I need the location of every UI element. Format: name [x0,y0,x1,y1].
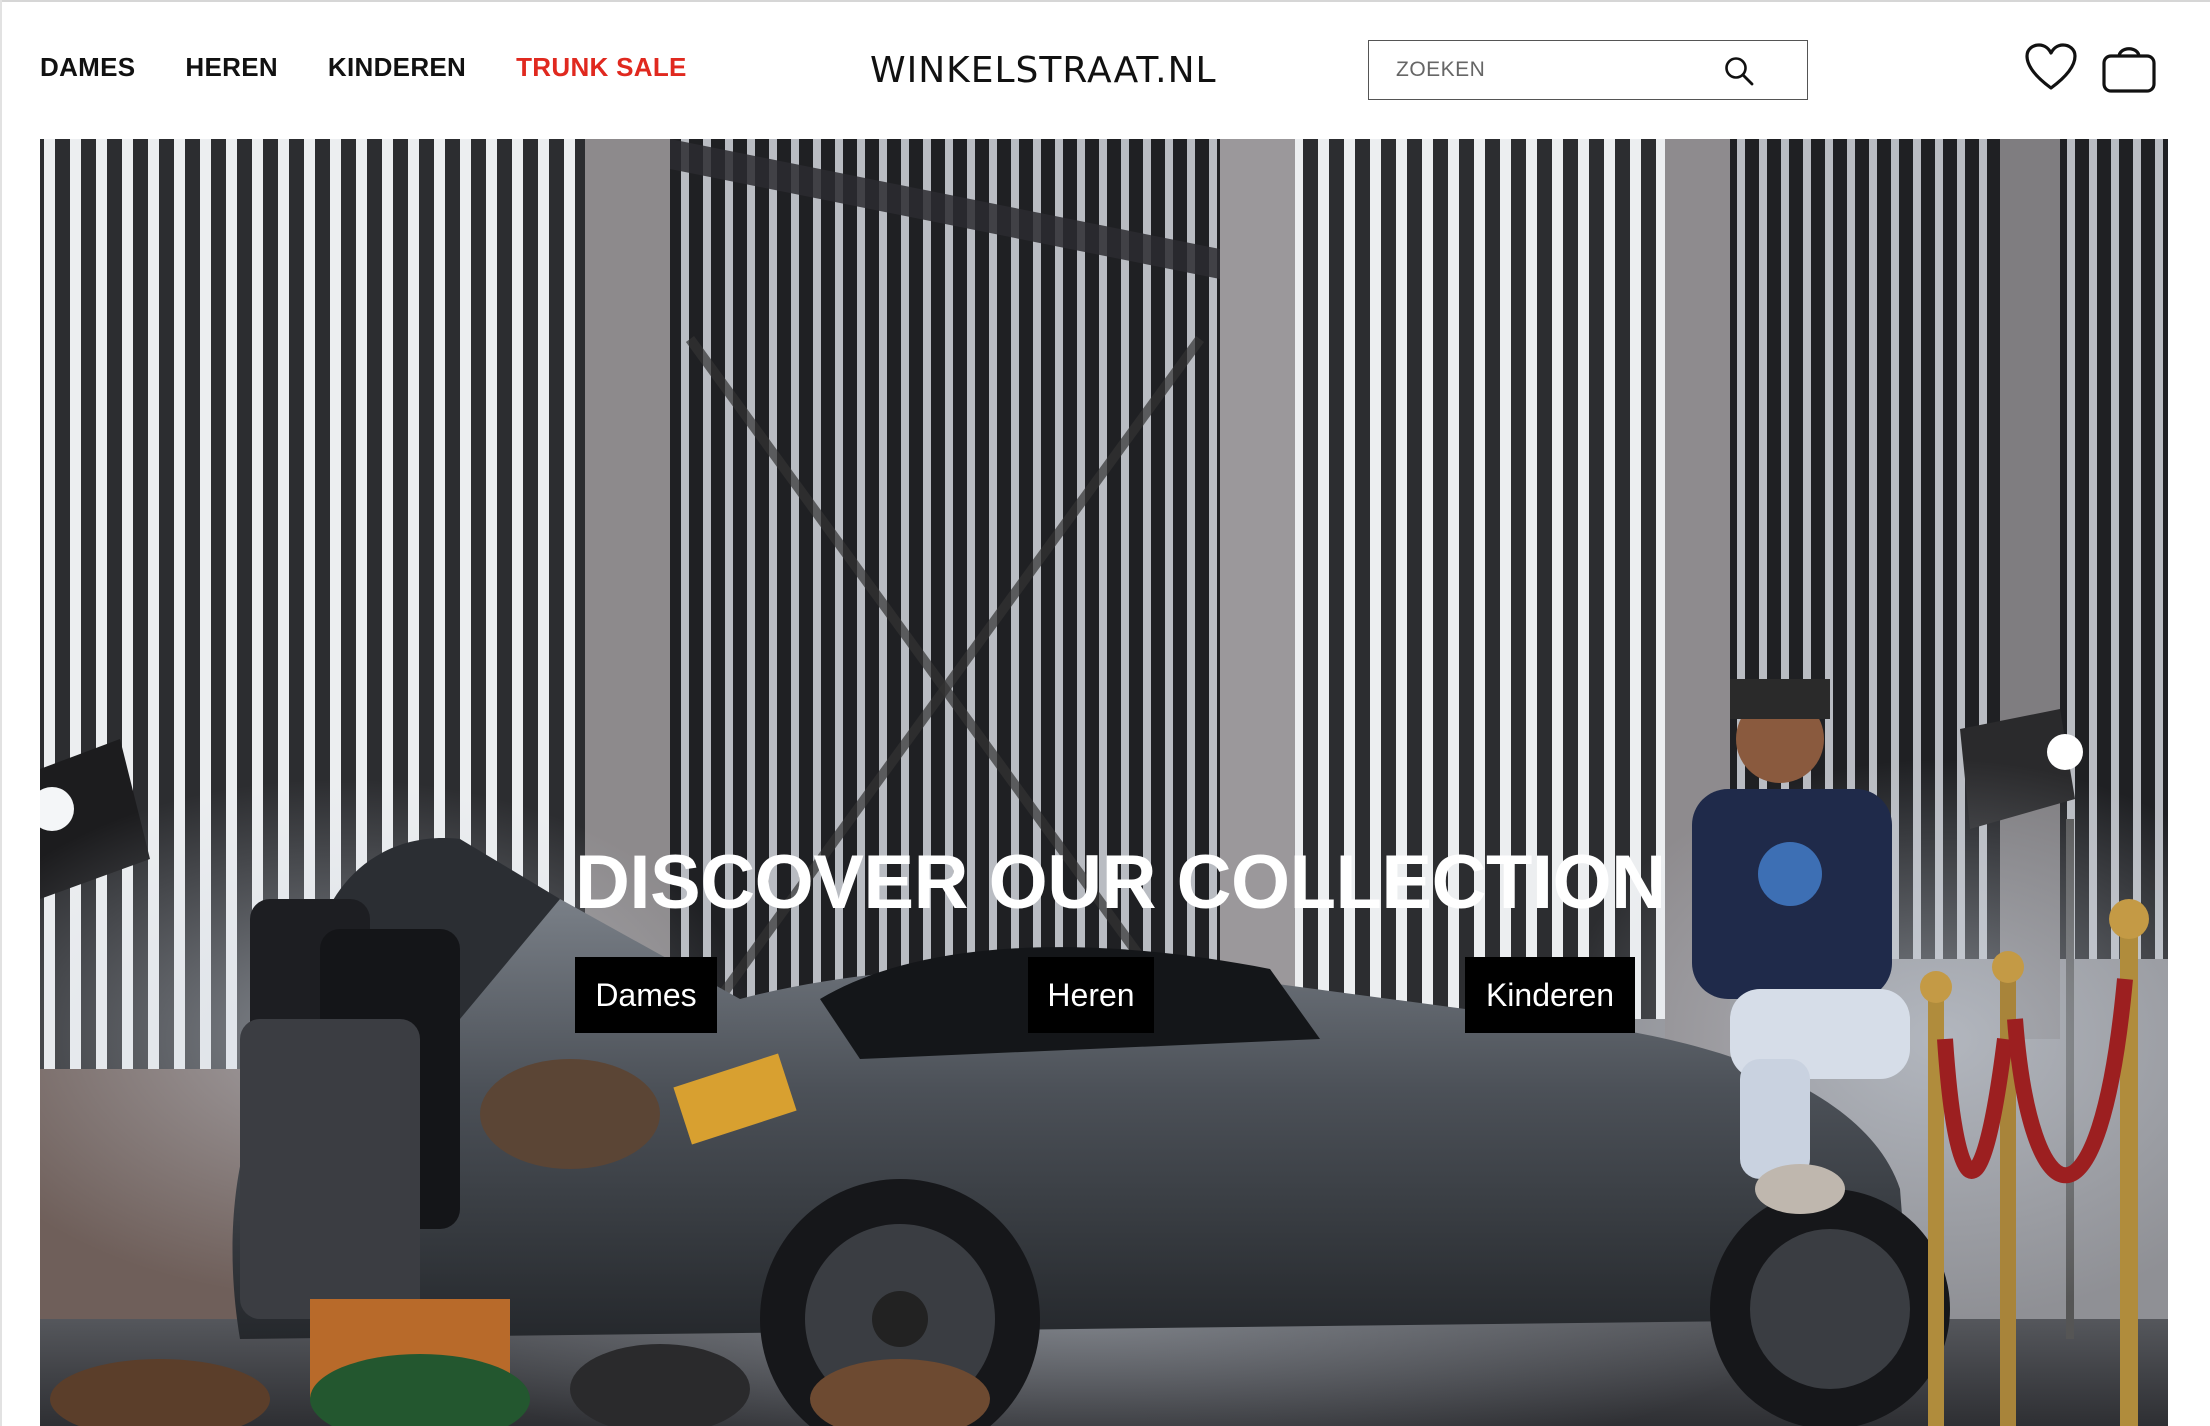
search-box [1368,40,1808,100]
shopping-bag-icon[interactable] [2100,40,2158,94]
nav-trunk-sale[interactable]: TRUNK SALE [516,52,687,83]
nav-kinderen[interactable]: KINDEREN [328,52,466,83]
site-header: DAMES HEREN KINDEREN TRUNK SALE WINKELST… [0,0,2210,139]
hero-title: DISCOVER OUR COLLECTION [575,840,1666,925]
hero-button-dames[interactable]: Dames [575,957,717,1033]
hero-button-kinderen[interactable]: Kinderen [1465,957,1635,1033]
hero-photo [40,139,2168,1426]
heart-icon[interactable] [2024,42,2078,92]
nav-dames[interactable]: DAMES [40,52,135,83]
window-left-border [0,0,2,1426]
search-input[interactable] [1369,41,1729,98]
main-nav: DAMES HEREN KINDEREN TRUNK SALE [40,52,737,83]
search-icon[interactable] [1723,55,1755,87]
hero-button-heren[interactable]: Heren [1028,957,1154,1033]
site-logo[interactable]: WINKELSTRAAT.NL [870,50,1217,91]
hero-banner: DISCOVER OUR COLLECTION Dames Heren Kind… [40,139,2168,1426]
nav-heren[interactable]: HEREN [185,52,278,83]
